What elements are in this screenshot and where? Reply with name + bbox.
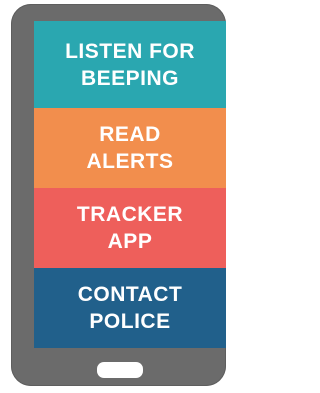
panel-listen-for-beeping: LISTEN FOR BEEPING	[34, 21, 226, 108]
phone-screen: LISTEN FOR BEEPING READ ALERTS TRACKER A…	[34, 21, 226, 348]
home-button	[97, 362, 143, 378]
infographic: LISTEN FOR BEEPING READ ALERTS TRACKER A…	[0, 0, 241, 393]
panel-tracker-app: TRACKER APP	[34, 188, 226, 268]
panel-read-alerts: READ ALERTS	[34, 108, 226, 188]
panel-contact-police: CONTACT POLICE	[34, 268, 226, 348]
phone-body: LISTEN FOR BEEPING READ ALERTS TRACKER A…	[11, 4, 226, 386]
